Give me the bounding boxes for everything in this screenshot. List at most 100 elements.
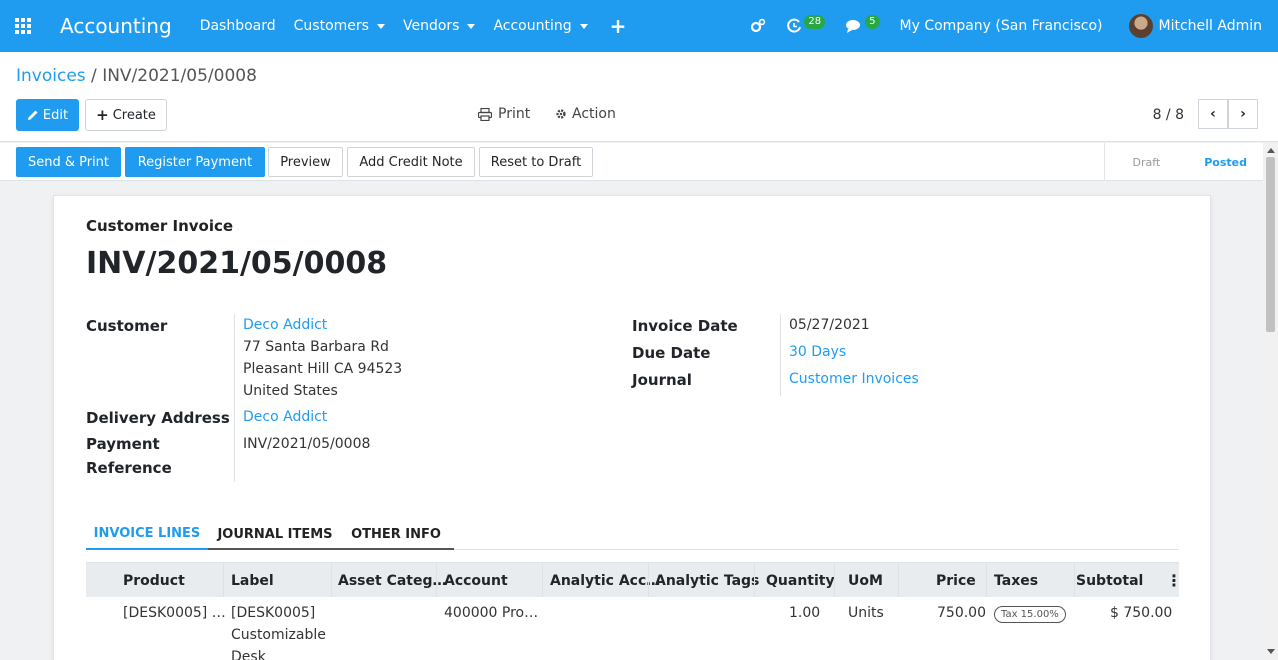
invoice-sheet: Customer Invoice INV/2021/05/0008 Custom… bbox=[53, 195, 1211, 660]
action-dropdown[interactable]: Action bbox=[555, 106, 616, 122]
column-taxes[interactable]: Taxes bbox=[994, 563, 1038, 598]
gear-icon bbox=[556, 109, 566, 119]
tab-invoice-lines[interactable]: INVOICE LINES bbox=[86, 518, 208, 550]
column-separator bbox=[1074, 563, 1075, 598]
invoice-date-value: 05/27/2021 bbox=[789, 317, 870, 333]
edit-button-label: Edit bbox=[42, 107, 69, 123]
menu-dashboard-label: Dashboard bbox=[199, 18, 276, 34]
table-row[interactable]: [DESK0005] … [DESK0005] Customizable Des… bbox=[86, 597, 1179, 660]
cell-label-line1[interactable]: [DESK0005] bbox=[231, 605, 315, 621]
status-stages: Draft Posted bbox=[1103, 143, 1264, 181]
invoice-date-label: Invoice Date bbox=[632, 317, 738, 335]
column-price[interactable]: Price bbox=[936, 563, 976, 598]
register-payment-button[interactable]: Register Payment bbox=[125, 147, 265, 177]
customer-label: Customer bbox=[86, 317, 168, 335]
page-scrollbar[interactable] bbox=[1263, 143, 1278, 660]
app-title[interactable]: Accounting bbox=[60, 14, 172, 38]
tab-journal-items[interactable]: JOURNAL ITEMS bbox=[216, 518, 334, 550]
caret-down-icon bbox=[579, 23, 588, 29]
column-label[interactable]: Label bbox=[231, 563, 274, 598]
column-asset-category[interactable]: Asset Categ… bbox=[338, 563, 447, 598]
pager-previous-button[interactable]: ‹ bbox=[1198, 99, 1228, 129]
cell-quantity[interactable]: 1.00 bbox=[789, 605, 820, 621]
customer-link[interactable]: Deco Addict bbox=[243, 317, 327, 333]
edit-button[interactable]: Edit bbox=[16, 99, 79, 131]
payment-reference-label-line1: Payment bbox=[86, 435, 160, 453]
delivery-address-label: Delivery Address bbox=[86, 409, 230, 427]
create-button-label: Create bbox=[112, 107, 156, 123]
user-avatar[interactable] bbox=[1128, 14, 1153, 38]
cell-taxes[interactable]: Tax 15.00% bbox=[994, 605, 1066, 623]
status-bar: Send & Print Register Payment Preview Ad… bbox=[0, 143, 1263, 181]
pager-value[interactable]: 8 / 8 bbox=[1153, 107, 1184, 123]
tax-badge: Tax 15.00% bbox=[994, 606, 1066, 623]
apps-menu-icon[interactable] bbox=[0, 0, 46, 52]
print-dropdown[interactable]: Print bbox=[478, 106, 530, 122]
breadcrumb-current: INV/2021/05/0008 bbox=[102, 66, 257, 86]
create-button[interactable]: + Create bbox=[85, 99, 167, 131]
chevron-left-icon: ‹ bbox=[1210, 106, 1216, 122]
column-separator bbox=[436, 563, 437, 598]
journal-link[interactable]: Customer Invoices bbox=[789, 371, 919, 387]
menu-customers-label: Customers bbox=[293, 18, 369, 34]
right-group-divider bbox=[780, 314, 781, 396]
customer-address-line2: Pleasant Hill CA 94523 bbox=[243, 361, 403, 377]
optional-columns-kebab-icon[interactable]: ⋮ bbox=[1166, 563, 1182, 598]
menu-accounting[interactable]: Accounting bbox=[493, 18, 588, 34]
action-label: Action bbox=[572, 106, 616, 122]
column-uom[interactable]: UoM bbox=[848, 563, 883, 598]
reset-to-draft-button[interactable]: Reset to Draft bbox=[479, 147, 593, 177]
column-separator bbox=[834, 563, 835, 598]
cell-account[interactable]: 400000 Pro… bbox=[444, 605, 538, 621]
menu-dashboard[interactable]: Dashboard bbox=[200, 18, 276, 34]
debug-gears-icon[interactable] bbox=[750, 18, 766, 34]
messages-chat-icon[interactable]: 5 bbox=[845, 15, 880, 34]
column-quantity[interactable]: Quantity bbox=[766, 563, 835, 598]
scroll-thumb[interactable] bbox=[1266, 157, 1275, 332]
cell-product[interactable]: [DESK0005] … bbox=[123, 605, 226, 621]
cell-label-line2[interactable]: Customizable bbox=[231, 627, 326, 643]
user-menu[interactable]: Mitchell Admin bbox=[1159, 18, 1263, 34]
company-switcher[interactable]: My Company (San Francisco) bbox=[900, 18, 1103, 34]
breadcrumb-invoices-link[interactable]: Invoices bbox=[16, 66, 86, 86]
column-account[interactable]: Account bbox=[444, 563, 508, 598]
column-product[interactable]: Product bbox=[123, 563, 185, 598]
print-label: Print bbox=[498, 106, 531, 122]
payment-reference-label-line2: Reference bbox=[86, 459, 172, 477]
scroll-up-arrow-icon[interactable] bbox=[1267, 148, 1275, 153]
menu-accounting-label: Accounting bbox=[493, 18, 572, 34]
preview-button[interactable]: Preview bbox=[268, 147, 343, 177]
stage-posted[interactable]: Posted bbox=[1176, 143, 1263, 181]
scroll-down-arrow-icon[interactable] bbox=[1267, 649, 1275, 654]
pager-next-button[interactable]: › bbox=[1228, 99, 1258, 129]
send-print-button[interactable]: Send & Print bbox=[16, 147, 121, 177]
invoice-type: Customer Invoice bbox=[86, 217, 234, 235]
cell-price[interactable]: 750.00 bbox=[937, 605, 986, 621]
column-separator bbox=[223, 563, 224, 598]
menu-vendors-label: Vendors bbox=[402, 18, 460, 34]
stage-posted-label: Posted bbox=[1204, 155, 1247, 169]
invoice-number: INV/2021/05/0008 bbox=[86, 246, 388, 281]
cell-uom[interactable]: Units bbox=[848, 605, 884, 621]
add-credit-note-button[interactable]: Add Credit Note bbox=[347, 147, 475, 177]
menu-vendors[interactable]: Vendors bbox=[402, 18, 476, 34]
delivery-address-link[interactable]: Deco Addict bbox=[243, 409, 327, 425]
column-analytic-account[interactable]: Analytic Acc… bbox=[550, 563, 660, 598]
column-analytic-tags[interactable]: Analytic Tags bbox=[655, 563, 759, 598]
column-subtotal[interactable]: Subtotal bbox=[1076, 563, 1143, 598]
due-date-link[interactable]: 30 Days bbox=[789, 344, 846, 360]
stage-draft[interactable]: Draft bbox=[1103, 143, 1187, 181]
quick-create-plus-icon[interactable]: + bbox=[610, 14, 627, 38]
column-separator bbox=[542, 563, 543, 598]
column-separator bbox=[986, 563, 987, 598]
customer-address-line3: United States bbox=[243, 383, 338, 399]
cell-label-line3[interactable]: Desk bbox=[231, 649, 266, 660]
journal-label: Journal bbox=[632, 371, 692, 389]
column-separator bbox=[754, 563, 755, 598]
due-date-label: Due Date bbox=[632, 344, 711, 362]
control-panel: Invoices / INV/2021/05/0008 Edit + Creat… bbox=[0, 52, 1278, 142]
tab-other-info[interactable]: OTHER INFO bbox=[346, 518, 446, 550]
menu-customers[interactable]: Customers bbox=[294, 18, 385, 34]
activity-clock-icon[interactable]: 28 bbox=[786, 15, 826, 34]
plus-icon: + bbox=[96, 106, 109, 124]
